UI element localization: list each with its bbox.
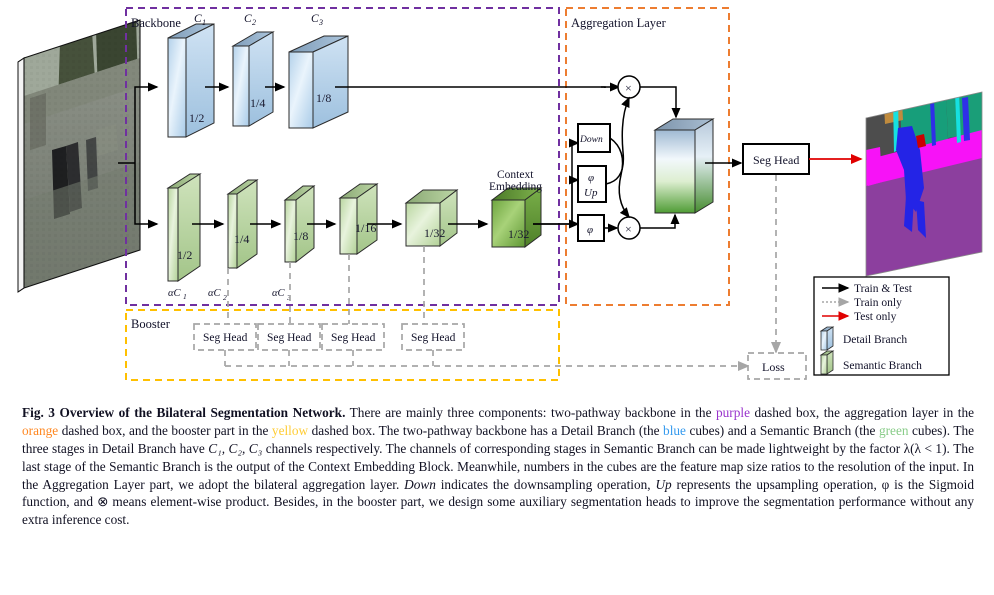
semantic-cube-3-ratio: 1/8 bbox=[293, 229, 308, 243]
caption-body: There are mainly three components: two-p… bbox=[22, 405, 974, 527]
booster-seg-heads: Seg Head Seg Head Seg Head Seg Head bbox=[193, 323, 465, 351]
seg-head-main: Seg Head bbox=[742, 143, 810, 175]
semantic-cube-1: 1/2 bbox=[166, 173, 202, 282]
output-image bbox=[865, 91, 983, 277]
booster-seg-head-3-label: Seg Head bbox=[331, 332, 376, 344]
semantic-branch: 1/2 αC 1 1/4 αC 2 1/8 αC 3 1/16 1/32 1/3… bbox=[166, 169, 543, 302]
mul-top-to-cube bbox=[640, 86, 681, 119]
context-embedding-label-line2: Embedding bbox=[489, 181, 542, 193]
detail-channel-sub-3: 3 bbox=[318, 18, 323, 27]
semantic-channel-label-3: αC bbox=[272, 288, 286, 299]
detail-cube-3-ratio: 1/8 bbox=[316, 91, 331, 105]
semantic-channel-label-2: αC bbox=[208, 288, 222, 299]
legend: Train & Test Train only Test only Detail… bbox=[813, 276, 950, 376]
detail-cube-1: 1/2 bbox=[167, 23, 215, 138]
caption-segment: Down bbox=[404, 476, 436, 492]
legend-label-detail-branch: Detail Branch bbox=[843, 334, 907, 346]
legend-label-semantic-branch: Semantic Branch bbox=[843, 360, 922, 372]
detail-cube-3: 1/8 bbox=[288, 35, 349, 129]
caption-segment: There are mainly three components: two-p… bbox=[345, 405, 716, 420]
seg-head-main-label: Seg Head bbox=[753, 153, 799, 167]
down-block: Down bbox=[577, 123, 611, 153]
multiply-bottom: × bbox=[617, 216, 641, 240]
multiply-bottom-symbol: × bbox=[625, 222, 632, 236]
detail-to-agg-wire bbox=[335, 86, 606, 88]
booster-region-label: Booster bbox=[131, 317, 171, 331]
caption-segment: Up bbox=[655, 476, 672, 492]
detail-cube-1-ratio: 1/2 bbox=[189, 111, 204, 125]
semantic-cube-6-ratio: 1/32 bbox=[508, 227, 529, 241]
semantic-channel-sub-1: 1 bbox=[183, 292, 187, 301]
aggregation-region-label: Aggregation Layer bbox=[571, 16, 667, 30]
legend-cube-semantic-branch bbox=[819, 350, 835, 375]
context-embedding-label-line1: Context bbox=[497, 169, 534, 181]
semantic-channel-label-1: αC bbox=[168, 288, 182, 299]
figure-caption: Fig. 3 Overview of the Bilateral Segment… bbox=[22, 404, 974, 529]
loss-box: Loss bbox=[747, 352, 807, 380]
input-image bbox=[17, 19, 141, 293]
booster-seg-head-1-label: Seg Head bbox=[203, 332, 248, 344]
booster-loss-rail bbox=[224, 350, 750, 372]
detail-channel-sub-2: 2 bbox=[252, 18, 256, 27]
caption-segment: yellow bbox=[271, 422, 309, 438]
caption-title: Overview of the Bilateral Segmentation N… bbox=[59, 405, 346, 420]
detail-channel-label-2: C bbox=[244, 13, 252, 25]
phi-block: φ bbox=[577, 214, 605, 242]
detail-branch: 1/2 C 1 1/4 C 2 1/8 C 3 bbox=[167, 13, 349, 138]
caption-fig-label: Fig. 3 bbox=[22, 405, 55, 420]
booster-seg-head-4: Seg Head bbox=[401, 323, 465, 351]
semantic-cube-4: 1/16 bbox=[338, 183, 379, 255]
legend-label-train-only: Train only bbox=[854, 297, 902, 309]
booster-taps bbox=[222, 246, 430, 336]
semantic-cube-5: 1/32 bbox=[404, 188, 459, 248]
detail-channel-label-3: C bbox=[311, 13, 319, 25]
figure-page: Backbone Aggregation Layer Booster 1/2 C… bbox=[0, 0, 994, 595]
caption-segment: C₁, C₂, C₃ bbox=[208, 440, 263, 456]
semantic-cube-2-ratio: 1/4 bbox=[234, 232, 249, 246]
caption-segment: indicates the downsampling operation, bbox=[435, 476, 656, 492]
booster-seg-head-2: Seg Head bbox=[257, 323, 321, 351]
detail-channel-sub-1: 1 bbox=[202, 18, 206, 27]
semantic-cube-1-ratio: 1/2 bbox=[177, 248, 192, 262]
legend-label-train-test: Train & Test bbox=[854, 283, 913, 295]
phi-up-label-line2: Up bbox=[584, 187, 598, 199]
multiply-top: × bbox=[617, 75, 641, 99]
caption-segment: green bbox=[878, 422, 909, 438]
down-to-mul-bottom bbox=[609, 137, 630, 219]
mul-bottom-to-cube bbox=[640, 213, 680, 229]
network-diagram: Backbone Aggregation Layer Booster 1/2 C… bbox=[0, 0, 994, 400]
semantic-cube-4-ratio: 1/16 bbox=[355, 221, 376, 235]
aggregation-layer: Down φ Up φ × × bbox=[577, 75, 715, 242]
detail-cube-2: 1/4 bbox=[231, 31, 275, 127]
caption-segment: cubes) and a Semantic Branch (the bbox=[685, 422, 879, 438]
backbone-region-label: Backbone bbox=[131, 16, 181, 30]
phi-up-label-line1: φ bbox=[588, 172, 594, 184]
semantic-cube-5-ratio: 1/32 bbox=[424, 226, 445, 240]
multiply-top-symbol: × bbox=[625, 81, 632, 95]
phi-label: φ bbox=[587, 224, 593, 236]
aggregation-cube bbox=[653, 118, 715, 214]
booster-seg-head-4-label: Seg Head bbox=[411, 332, 456, 344]
booster-seg-head-2-label: Seg Head bbox=[267, 332, 312, 344]
caption-segment: orange bbox=[22, 422, 59, 438]
detail-cube-2-ratio: 1/4 bbox=[250, 96, 265, 110]
semantic-cube-6-context-embedding: 1/32 bbox=[490, 187, 543, 248]
caption-segment: dashed box, the aggregation layer in the bbox=[749, 405, 975, 420]
phi-up-block: φ Up bbox=[577, 165, 607, 203]
booster-seg-head-1: Seg Head bbox=[193, 323, 257, 351]
loss-label: Loss bbox=[762, 360, 785, 374]
caption-segment: blue bbox=[663, 422, 686, 438]
detail-channel-label-1: C bbox=[194, 13, 202, 25]
booster-seg-head-3: Seg Head bbox=[321, 323, 385, 351]
legend-cube-detail-branch bbox=[819, 326, 835, 351]
caption-segment: dashed box, and the booster part in the bbox=[58, 422, 272, 438]
caption-segment: purple bbox=[716, 405, 750, 420]
semantic-channel-sub-2: 2 bbox=[223, 293, 227, 302]
legend-label-test-only: Test only bbox=[854, 311, 897, 323]
caption-segment: dashed box. The two-pathway backbone has… bbox=[308, 422, 664, 438]
down-block-label: Down bbox=[579, 135, 603, 145]
